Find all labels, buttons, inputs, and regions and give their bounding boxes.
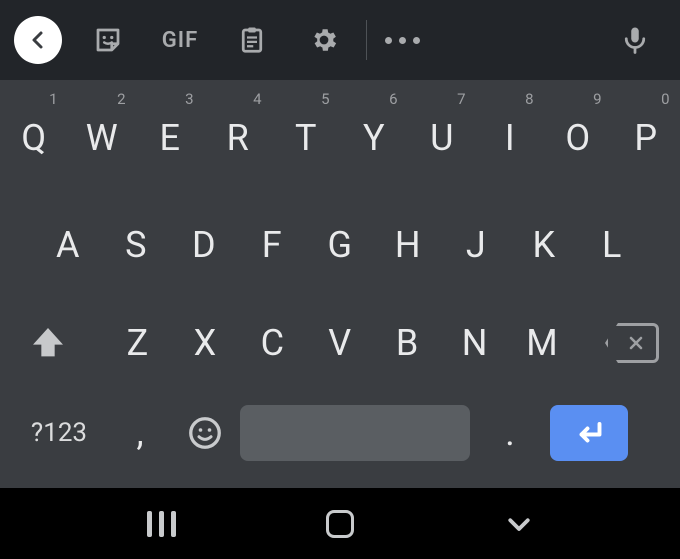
nav-back-button[interactable] [504,509,534,539]
key-w[interactable]: W2 [68,80,136,196]
nav-recent-button[interactable] [147,511,176,537]
key-t[interactable]: T5 [272,80,340,196]
more-button[interactable] [373,0,431,80]
key-row-2: A S D F G H J K L [0,196,680,294]
key-d[interactable]: D [170,196,238,294]
key-q[interactable]: Q1 [0,80,68,196]
key-l[interactable]: L [578,196,646,294]
key-j[interactable]: J [442,196,510,294]
backspace-shape [605,323,659,363]
backspace-key[interactable] [584,294,680,392]
stickers-button[interactable] [72,0,144,80]
key-row-3: Z X C V B N M [0,294,680,392]
comma-key[interactable]: , [110,408,170,458]
voice-input-button[interactable] [606,0,664,80]
key-x[interactable]: X [171,294,238,392]
smile-icon [187,415,223,451]
key-k[interactable]: K [510,196,578,294]
chevron-left-icon [26,28,50,52]
keyboard: Q1 W2 E3 R4 T5 Y6 U7 I8 O9 P0 A S D F G … [0,80,680,488]
home-icon [326,510,354,538]
collapse-keyboard-button[interactable] [12,0,72,80]
enter-icon [571,415,607,451]
key-p[interactable]: P0 [612,80,680,196]
system-navbar [0,488,680,559]
key-z[interactable]: Z [104,294,171,392]
recent-apps-icon [147,511,176,537]
gear-icon [309,25,339,55]
key-b[interactable]: B [374,294,441,392]
toolbar-separator [366,20,367,60]
key-row-4: ?123 , . [0,392,680,488]
key-v[interactable]: V [306,294,373,392]
key-y[interactable]: Y6 [340,80,408,196]
sticker-icon [93,25,123,55]
key-r[interactable]: R4 [204,80,272,196]
key-h[interactable]: H [374,196,442,294]
symbols-key[interactable]: ?123 [18,418,100,448]
key-u[interactable]: U7 [408,80,476,196]
key-row-1: Q1 W2 E3 R4 T5 Y6 U7 I8 O9 P0 [0,80,680,196]
more-icon [385,37,420,44]
key-i[interactable]: I8 [476,80,544,196]
clipboard-icon [237,25,267,55]
key-m[interactable]: M [509,294,576,392]
key-e[interactable]: E3 [136,80,204,196]
key-g[interactable]: G [306,196,374,294]
shift-key[interactable] [0,294,96,392]
keyboard-toolbar: GIF [0,0,680,80]
key-n[interactable]: N [441,294,508,392]
back-chevron-circle [14,16,62,64]
microphone-icon [620,25,650,55]
chevron-down-icon [504,509,534,539]
enter-key[interactable] [550,405,628,461]
settings-button[interactable] [288,0,360,80]
gif-label: GIF [162,28,198,53]
spacebar-key[interactable] [240,405,470,461]
key-c[interactable]: C [239,294,306,392]
key-a[interactable]: A [34,196,102,294]
shift-icon [28,323,68,363]
key-o[interactable]: O9 [544,80,612,196]
close-x-icon [626,333,646,353]
clipboard-button[interactable] [216,0,288,80]
period-key[interactable]: . [480,408,540,458]
gif-button[interactable]: GIF [144,0,216,80]
key-f[interactable]: F [238,196,306,294]
key-s[interactable]: S [102,196,170,294]
emoji-key[interactable] [180,415,230,451]
nav-home-button[interactable] [326,510,354,538]
